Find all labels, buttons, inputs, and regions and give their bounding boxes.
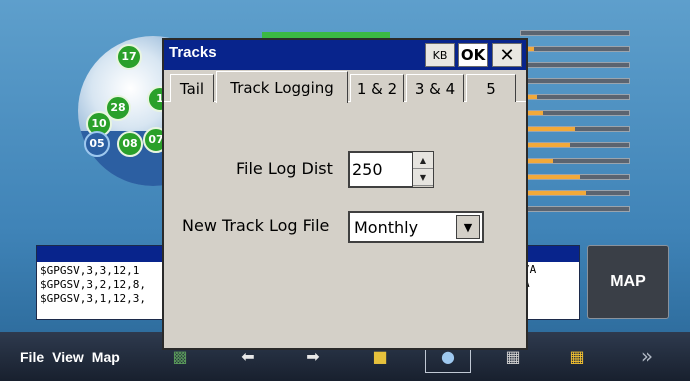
chevron-right-icon[interactable]: » [632, 343, 662, 369]
dialog-title: Tracks [169, 44, 217, 61]
satellite-marker: 17 [116, 44, 142, 70]
new-track-log-value: Monthly [354, 218, 419, 237]
stepper-down-icon[interactable]: ▼ [413, 169, 433, 186]
signal-bar [520, 78, 630, 84]
signal-bar [520, 142, 630, 148]
tab-3-4[interactable]: 3 & 4 [406, 74, 464, 102]
signal-bar [520, 126, 630, 132]
signal-bar-fill [521, 191, 586, 195]
ok-button[interactable]: OK [458, 43, 488, 67]
menu-map[interactable]: Map [92, 349, 120, 365]
file-log-dist-label: File Log Dist [236, 159, 333, 178]
file-log-dist-stepper[interactable]: ▲ ▼ [412, 151, 434, 188]
tab-tail[interactable]: Tail [170, 74, 214, 102]
signal-bar-fill [521, 127, 575, 131]
signal-bar [520, 46, 630, 52]
dialog-titlebar: Tracks KB OK ✕ [164, 40, 526, 70]
stepper-up-icon[interactable]: ▲ [413, 152, 433, 169]
file-log-dist-input[interactable]: 250 [348, 151, 412, 188]
satellite-marker: 08 [117, 131, 143, 157]
colored-grid-icon[interactable]: ▦ [562, 343, 592, 369]
signal-bar-fill [521, 175, 581, 179]
signal-bar [520, 158, 630, 164]
menu-view[interactable]: View [52, 349, 84, 365]
signal-bar [520, 30, 630, 36]
signal-bar [520, 62, 630, 68]
close-button[interactable]: ✕ [492, 43, 522, 67]
signal-bar-fill [521, 143, 570, 147]
satellite-marker: 05 [84, 131, 110, 157]
new-track-log-label: New Track Log File [182, 216, 330, 235]
signal-strength-bars [520, 30, 630, 222]
tab-track-logging[interactable]: Track Logging [216, 71, 348, 103]
signal-bar [520, 110, 630, 116]
tracks-dialog: Tracks KB OK ✕ Tail Track Logging 1 & 2 … [162, 38, 528, 350]
signal-bar [520, 206, 630, 212]
tab-5[interactable]: 5 [466, 74, 516, 102]
signal-bar [520, 190, 630, 196]
dropdown-arrow-icon[interactable]: ▼ [456, 215, 480, 239]
keyboard-button[interactable]: KB [425, 43, 455, 67]
signal-bar [520, 174, 630, 180]
new-track-log-select[interactable]: Monthly ▼ [348, 211, 484, 243]
menu-file[interactable]: File [20, 349, 44, 365]
tab-strip: Tail Track Logging 1 & 2 3 & 4 5 [164, 70, 526, 103]
map-button[interactable]: MAP [587, 245, 669, 319]
tab-1-2[interactable]: 1 & 2 [350, 74, 404, 102]
signal-bar [520, 94, 630, 100]
